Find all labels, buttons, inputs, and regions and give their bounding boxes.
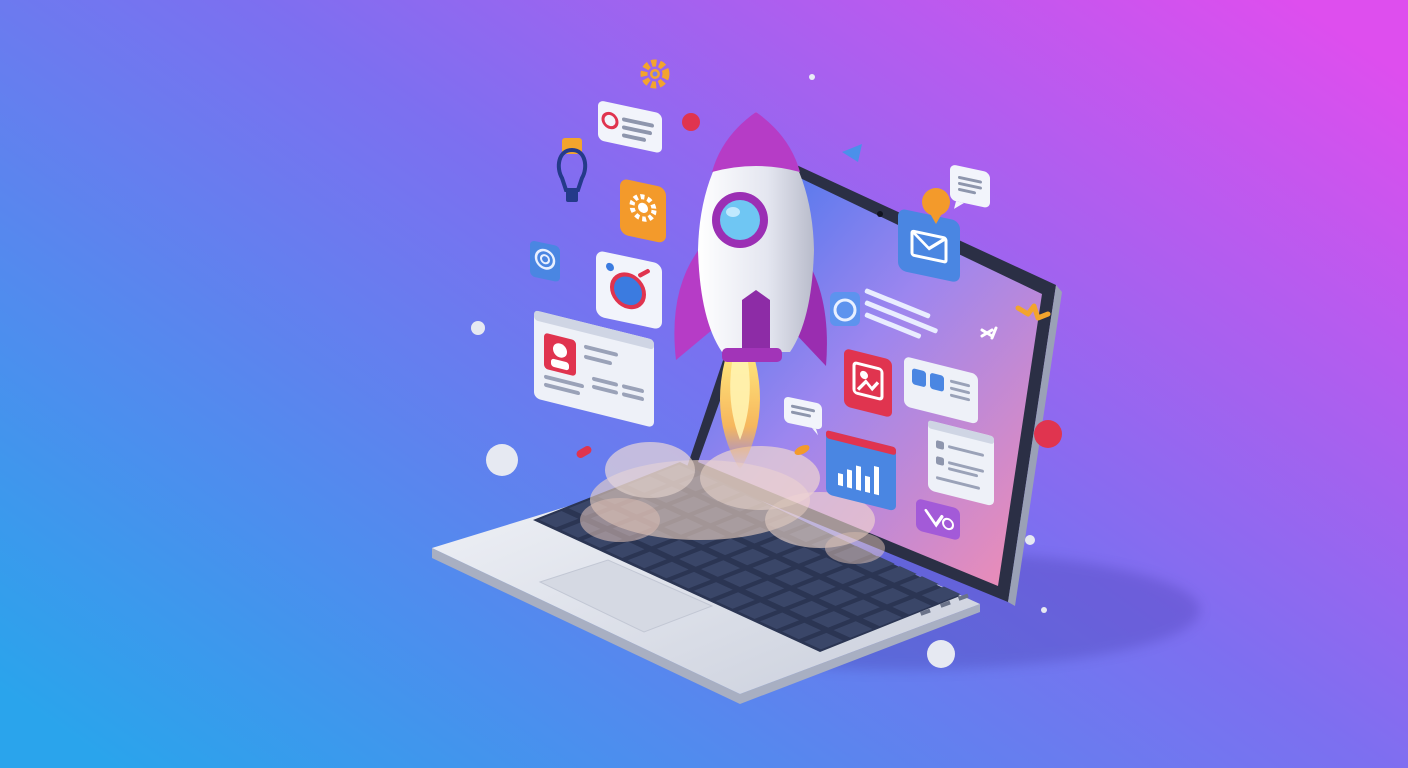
white-sphere-left: [486, 444, 518, 476]
rocket-window: [720, 200, 760, 240]
target-tile-icon: [596, 251, 662, 329]
white-sphere-left-small: [471, 321, 485, 335]
red-sphere-right: [1034, 420, 1062, 448]
gear-icon: [640, 59, 670, 89]
white-dot-top: [809, 74, 815, 80]
scene: [0, 0, 1408, 768]
white-sphere-bottom: [927, 640, 955, 668]
rocket-nozzle: [722, 348, 782, 362]
white-dot-right-1: [1025, 535, 1035, 545]
settings-tile-icon: [620, 179, 666, 243]
red-sphere-top: [682, 113, 700, 131]
copyright-tile-icon: [530, 240, 560, 282]
image-gallery-icon: [844, 349, 892, 417]
screen-circle-icon: [830, 292, 860, 326]
webcam: [877, 211, 883, 217]
white-dot-right-2: [1041, 607, 1047, 613]
rocket-fin-center: [742, 290, 770, 358]
mail-tile-icon: [898, 209, 960, 282]
